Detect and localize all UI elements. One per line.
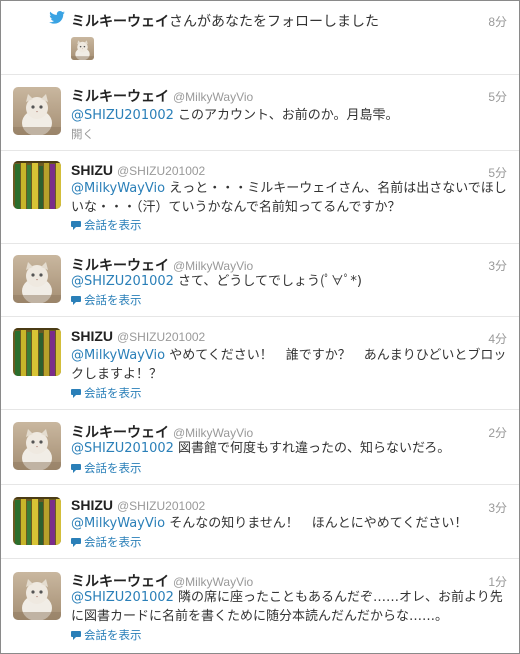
speech-bubble-icon [71,389,81,398]
view-conversation-link[interactable]: 会話を表示 [71,460,142,476]
mention-link[interactable]: @SHIZU201002 [71,108,174,123]
author-handle[interactable]: @MilkyWayVio [173,575,253,589]
tweet-text: @SHIZU201002 このアカウント、お前のか。月島雫。 [71,108,399,123]
tweet-author: SHIZU @SHIZU201002 [71,497,205,513]
mention-link[interactable]: @MilkyWayVio [71,348,165,363]
author-handle[interactable]: @SHIZU201002 [117,164,205,178]
twitter-bird-icon [49,11,65,24]
avatar[interactable] [13,161,61,209]
mention-link[interactable]: @SHIZU201002 [71,590,174,605]
avatar[interactable] [13,328,61,376]
speech-bubble-icon [71,296,81,305]
mention-link[interactable]: @SHIZU201002 [71,441,174,456]
follower-name[interactable]: ミルキーウェイ [71,13,169,29]
tweet-text: @MilkyWayVio えっと・・・ミルキーウェイさん、名前は出さないでほしい… [71,181,507,215]
speech-bubble-icon [71,464,81,473]
tweet-item[interactable]: ミルキーウェイ @MilkyWayVio 2分 @SHIZU201002 図書館で… [1,410,519,485]
speech-bubble-icon [71,221,81,230]
author-handle[interactable]: @MilkyWayVio [173,426,253,440]
activity-timeline: ミルキーウェイさんがあなたをフォローしました 8分 ミルキーウェイ @MilkyW… [0,0,520,654]
tweet-time[interactable]: 5分 [488,88,507,105]
tweet-text: @SHIZU201002 さて、どうしてでしょう(ﾟ∀ﾟ*) [71,274,362,289]
follower-avatar[interactable] [71,37,94,60]
tweet-text: @MilkyWayVio やめてください！ 誰ですか？ あんまりひどいとブロック… [71,348,507,382]
author-name[interactable]: SHIZU [71,328,113,344]
avatar[interactable] [13,422,61,470]
speech-bubble-icon [71,631,81,640]
follow-notification[interactable]: ミルキーウェイさんがあなたをフォローしました 8分 [1,1,519,75]
tweet-text: @MilkyWayVio そんなの知りません！ ほんとにやめてください！ [71,516,468,531]
tweet-text: @SHIZU201002 図書館で何度もすれ違ったの、知らないだろ。 [71,441,451,456]
tweet-author: SHIZU @SHIZU201002 [71,162,205,178]
author-handle[interactable]: @SHIZU201002 [117,330,205,344]
author-name[interactable]: ミルキーウェイ [71,257,169,273]
avatar[interactable] [13,255,61,303]
author-handle[interactable]: @MilkyWayVio [173,259,253,273]
tweet-item[interactable]: SHIZU @SHIZU201002 3分 @MilkyWayVio そんなの知り… [1,485,519,559]
mention-link[interactable]: @MilkyWayVio [71,181,165,196]
view-conversation-link[interactable]: 会話を表示 [71,385,142,401]
speech-bubble-icon [71,538,81,547]
tweet-author: ミルキーウェイ @MilkyWayVio [71,86,253,106]
author-handle[interactable]: @MilkyWayVio [173,90,253,104]
author-name[interactable]: ミルキーウェイ [71,424,169,440]
author-name[interactable]: SHIZU [71,497,113,513]
author-handle[interactable]: @SHIZU201002 [117,499,205,513]
view-conversation-link[interactable]: 会話を表示 [71,292,142,308]
mention-link[interactable]: @MilkyWayVio [71,516,165,531]
tweet-item[interactable]: SHIZU @SHIZU201002 4分 @MilkyWayVio やめてくださ… [1,317,519,410]
tweet-time[interactable]: 4分 [488,330,507,347]
author-name[interactable]: ミルキーウェイ [71,88,169,104]
view-conversation-link[interactable]: 会話を表示 [71,627,142,643]
tweet-item[interactable]: ミルキーウェイ @MilkyWayVio 5分 @SHIZU201002 このアカ… [1,75,519,151]
avatar[interactable] [13,87,61,135]
view-conversation-link[interactable]: 会話を表示 [71,217,142,233]
view-conversation-link[interactable]: 会話を表示 [71,534,142,550]
notification-time[interactable]: 8分 [488,13,507,30]
avatar[interactable] [13,572,61,620]
open-tweet-link[interactable]: 開く [71,126,94,142]
tweet-item[interactable]: ミルキーウェイ @MilkyWayVio 3分 @SHIZU201002 さて、ど… [1,244,519,317]
tweet-text: @SHIZU201002 隣の席に座ったこともあるんだぞ……オレ、お前より先に図… [71,590,503,624]
author-name[interactable]: SHIZU [71,162,113,178]
author-name[interactable]: ミルキーウェイ [71,573,169,589]
mention-link[interactable]: @SHIZU201002 [71,274,174,289]
notification-text: ミルキーウェイさんがあなたをフォローしました [71,13,379,30]
avatar[interactable] [13,497,61,545]
tweet-item[interactable]: SHIZU @SHIZU201002 5分 @MilkyWayVio えっと・・・… [1,151,519,244]
tweet-author: SHIZU @SHIZU201002 [71,328,205,344]
tweet-item[interactable]: ミルキーウェイ @MilkyWayVio 1分 @SHIZU201002 隣の席に… [1,559,519,653]
